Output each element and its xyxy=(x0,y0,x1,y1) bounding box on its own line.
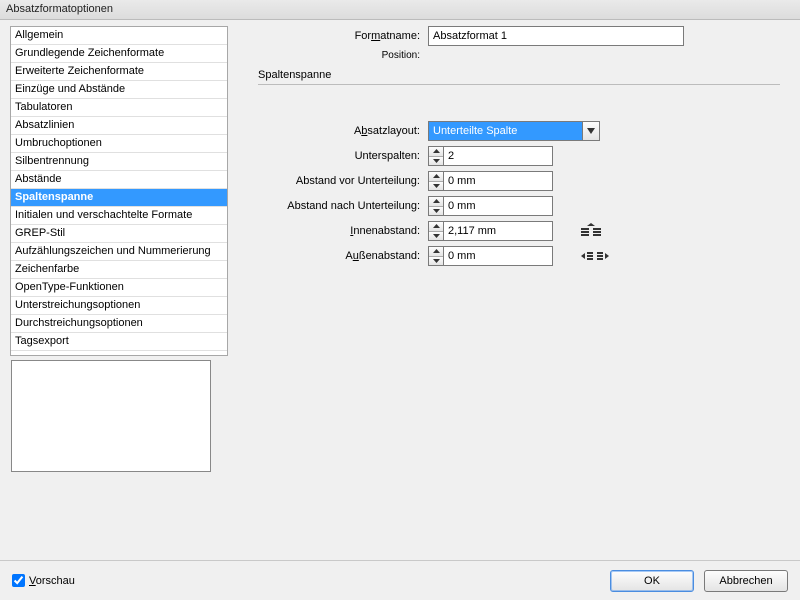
outer-gutter-icon xyxy=(581,250,609,262)
aussenabstand-input[interactable] xyxy=(443,246,553,266)
spin-down-icon[interactable] xyxy=(429,182,443,191)
ok-button[interactable]: OK xyxy=(610,570,694,592)
aussenabstand-row: Außenabstand: xyxy=(258,246,780,266)
vorschau-input[interactable] xyxy=(12,574,25,587)
spin-down-icon[interactable] xyxy=(429,257,443,266)
innenabstand-spinner[interactable] xyxy=(428,221,553,241)
sidebar-item[interactable]: Aufzählungszeichen und Nummerierung xyxy=(11,243,227,261)
abstand-vor-label: Abstand vor Unterteilung: xyxy=(258,175,428,187)
sidebar-item[interactable]: OpenType-Funktionen xyxy=(11,279,227,297)
sidebar-item[interactable]: Tabulatoren xyxy=(11,99,227,117)
spin-up-icon[interactable] xyxy=(429,147,443,157)
sidebar-item[interactable]: Abstände xyxy=(11,171,227,189)
innenabstand-label: Innenabstand: xyxy=(258,225,428,237)
spin-up-icon[interactable] xyxy=(429,222,443,232)
sidebar-item[interactable]: Zeichenfarbe xyxy=(11,261,227,279)
abstand-nach-label: Abstand nach Unterteilung: xyxy=(258,200,428,212)
sidebar-item[interactable]: Absatzlinien xyxy=(11,117,227,135)
vorschau-checkbox[interactable]: Vorschau xyxy=(12,574,75,587)
spin-up-icon[interactable] xyxy=(429,197,443,207)
bottom-bar: Vorschau OK Abbrechen xyxy=(0,560,800,600)
abstand-vor-input[interactable] xyxy=(443,171,553,191)
formatname-input[interactable] xyxy=(428,26,684,46)
main-panel: Formatname: Position: Spaltenspanne Absa… xyxy=(228,26,790,540)
sidebar-item[interactable]: Allgemein xyxy=(11,27,227,45)
unterspalten-label: Unterspalten: xyxy=(258,150,428,162)
position-row: Position: xyxy=(258,50,780,61)
position-label: Position: xyxy=(258,50,428,61)
cancel-button[interactable]: Abbrechen xyxy=(704,570,788,592)
sidebar-item[interactable]: Erweiterte Zeichenformate xyxy=(11,63,227,81)
abstand-nach-row: Abstand nach Unterteilung: xyxy=(258,196,780,216)
abstand-vor-spinner[interactable] xyxy=(428,171,553,191)
category-list[interactable]: AllgemeinGrundlegende ZeichenformateErwe… xyxy=(10,26,228,356)
window-titlebar: Absatzformatoptionen xyxy=(0,0,800,20)
sidebar-item[interactable]: Einzüge und Abstände xyxy=(11,81,227,99)
aussenabstand-spinner[interactable] xyxy=(428,246,553,266)
sidebar-item[interactable]: Spaltenspanne xyxy=(11,189,227,207)
innenabstand-input[interactable] xyxy=(443,221,553,241)
formatname-row: Formatname: xyxy=(258,26,780,46)
unterspalten-spin-buttons[interactable] xyxy=(428,146,443,166)
preview-box xyxy=(11,360,211,472)
abstand-nach-spin-buttons[interactable] xyxy=(428,196,443,216)
unterspalten-input[interactable] xyxy=(443,146,553,166)
sidebar-item[interactable]: Silbentrennung xyxy=(11,153,227,171)
inner-gutter-icon xyxy=(581,223,601,239)
absatzlayout-select[interactable]: Unterteilte Spalte xyxy=(428,121,583,141)
aussenabstand-spin-buttons[interactable] xyxy=(428,246,443,266)
vorschau-label: Vorschau xyxy=(29,575,75,587)
section-title: Spaltenspanne xyxy=(258,65,780,85)
innenabstand-spin-buttons[interactable] xyxy=(428,221,443,241)
abstand-nach-spinner[interactable] xyxy=(428,196,553,216)
spin-down-icon[interactable] xyxy=(429,157,443,166)
spin-down-icon[interactable] xyxy=(429,207,443,216)
window-title: Absatzformatoptionen xyxy=(6,3,113,15)
dialog-body: AllgemeinGrundlegende ZeichenformateErwe… xyxy=(0,20,800,540)
sidebar-item[interactable]: Umbruchoptionen xyxy=(11,135,227,153)
spin-up-icon[interactable] xyxy=(429,172,443,182)
sidebar-item[interactable]: Initialen und verschachtelte Formate xyxy=(11,207,227,225)
abstand-nach-input[interactable] xyxy=(443,196,553,216)
absatzlayout-dropdown-button[interactable] xyxy=(582,121,600,141)
unterspalten-row: Unterspalten: xyxy=(258,146,780,166)
absatzlayout-label: Absatzlayout: xyxy=(258,125,428,137)
abstand-vor-spin-buttons[interactable] xyxy=(428,171,443,191)
formatname-label: Formatname: xyxy=(258,30,428,42)
sidebar-item[interactable]: Durchstreichungsoptionen xyxy=(11,315,227,333)
sidebar-item[interactable]: Grundlegende Zeichenformate xyxy=(11,45,227,63)
spin-down-icon[interactable] xyxy=(429,232,443,241)
spin-up-icon[interactable] xyxy=(429,247,443,257)
sidebar-item[interactable]: Tagsexport xyxy=(11,333,227,351)
unterspalten-spinner[interactable] xyxy=(428,146,553,166)
sidebar-item[interactable]: GREP-Stil xyxy=(11,225,227,243)
abstand-vor-row: Abstand vor Unterteilung: xyxy=(258,171,780,191)
innenabstand-row: Innenabstand: xyxy=(258,221,780,241)
side-column: AllgemeinGrundlegende ZeichenformateErwe… xyxy=(10,26,228,540)
chevron-down-icon xyxy=(587,128,595,134)
aussenabstand-label: Außenabstand: xyxy=(258,250,428,262)
sidebar-item[interactable]: Unterstreichungsoptionen xyxy=(11,297,227,315)
absatzlayout-row: Absatzlayout: Unterteilte Spalte xyxy=(258,121,780,141)
